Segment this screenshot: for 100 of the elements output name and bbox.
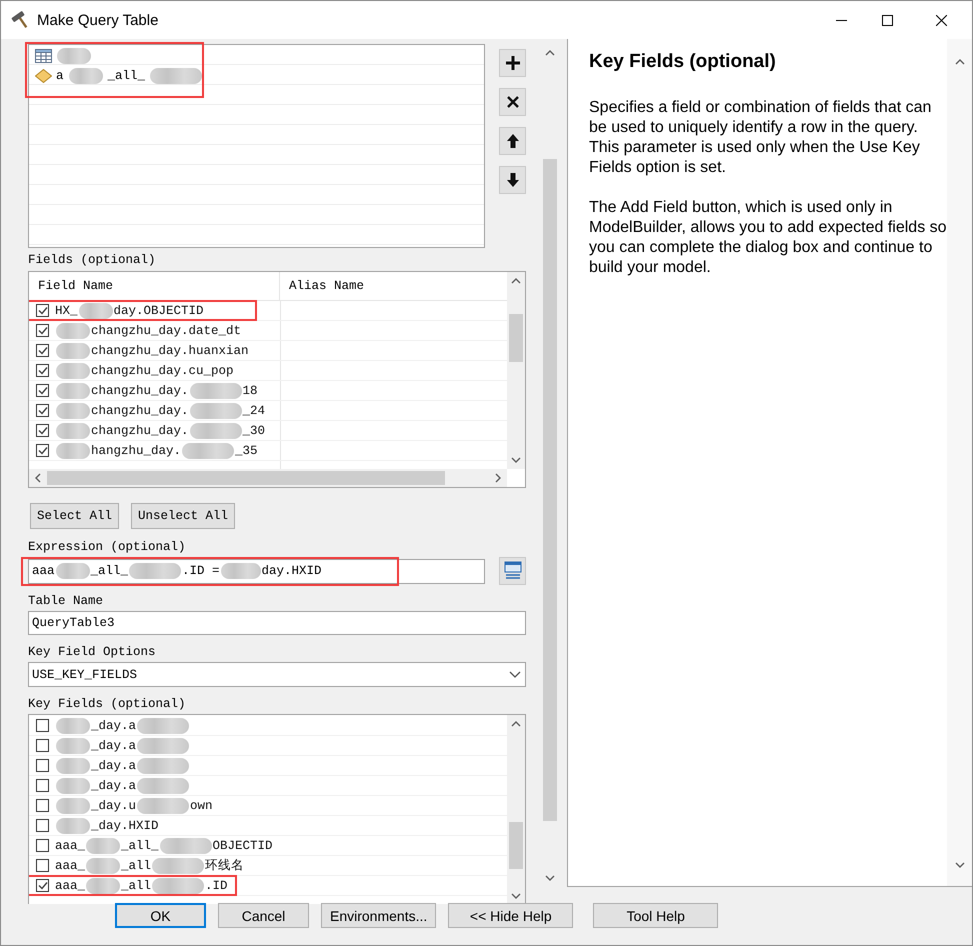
- remove-button[interactable]: [499, 88, 526, 116]
- scrollbar[interactable]: [507, 272, 525, 469]
- column-header[interactable]: Alias Name: [280, 272, 364, 300]
- dialog-button[interactable]: OK: [115, 903, 206, 928]
- close-icon: [936, 14, 946, 26]
- chevron-up-icon: [954, 57, 966, 67]
- field-label: Expression (optional): [28, 540, 187, 555]
- chevron-up-icon: [510, 719, 522, 729]
- name-fragment: 18: [242, 384, 258, 398]
- section-label: Fields (optional): [28, 253, 157, 268]
- checkbox[interactable]: [36, 344, 49, 357]
- blur-patch: [56, 322, 90, 338]
- blur-patch: [56, 758, 90, 774]
- window-title: Make Query Table: [37, 12, 160, 28]
- name-fragment: changzhu_day.date_dt: [91, 324, 242, 338]
- down-button[interactable]: [499, 166, 526, 194]
- scrollbar[interactable]: [507, 715, 525, 904]
- name-fragment: _day.a: [91, 718, 136, 732]
- checkbox[interactable]: [36, 819, 49, 832]
- blur-patch: [56, 362, 90, 378]
- checkbox[interactable]: [36, 839, 49, 852]
- name-fragment: day.OBJECTID: [114, 304, 204, 318]
- checkbox[interactable]: [36, 739, 49, 752]
- select-button[interactable]: Unselect All: [131, 503, 236, 529]
- name-fragment: hangzhu_day.: [91, 444, 182, 458]
- blur-patch: [57, 48, 91, 64]
- key-fields-list[interactable]: _day.a _day.a _day.a _day.a _day.u own _day.HXID aaa_ _all_ OBJECTID aaa_ _all 环线名 aaa_ _all .ID: [28, 714, 526, 904]
- scrollbar[interactable]: [947, 39, 972, 886]
- scrollbar-thumb[interactable]: [509, 822, 523, 868]
- dialog-button[interactable]: Environments...: [321, 903, 436, 928]
- checkbox[interactable]: [36, 779, 49, 792]
- table-name-field[interactable]: QueryTable3: [28, 611, 526, 635]
- name-fragment: 环线名: [205, 858, 244, 874]
- checkbox[interactable]: [36, 759, 49, 772]
- checkbox[interactable]: [36, 444, 49, 457]
- checkbox[interactable]: [36, 799, 49, 812]
- scrollbar-thumb[interactable]: [509, 314, 523, 362]
- chevron-up-icon: [510, 276, 522, 286]
- blur-patch: [129, 563, 182, 579]
- checkbox[interactable]: [36, 404, 49, 417]
- check-icon: [38, 306, 48, 315]
- checkbox[interactable]: [36, 879, 49, 892]
- scrollbar[interactable]: [29, 469, 507, 487]
- name-fragment: HX_: [55, 304, 78, 318]
- blur-patch: [86, 858, 120, 874]
- dialog-button[interactable]: Cancel: [218, 903, 309, 928]
- arrow-up-icon: [504, 133, 520, 149]
- blur-patch: [68, 68, 103, 84]
- fields-table[interactable]: Field Name Alias Name HX_ day.OBJECTID changzhu_day.date_dt changzhu_day.huanxian changzhu_day.cu_pop changzhu_day. 18 changzhu_day. _24 changzhu_day. _30 hangzhu_day. _35: [28, 271, 526, 488]
- blur-patch: [160, 838, 212, 854]
- column-header[interactable]: Field Name: [29, 272, 280, 300]
- dialog-button[interactable]: << Hide Help: [448, 903, 574, 928]
- blur-patch: [56, 798, 90, 814]
- chevron-down-icon: [544, 873, 556, 883]
- name-fragment: .ID: [205, 878, 228, 892]
- chevron-down-icon: [510, 455, 522, 465]
- name-fragment: OBJECTID: [212, 838, 273, 852]
- name-fragment: _day.HXID: [91, 818, 159, 832]
- blur-patch: [137, 778, 190, 794]
- checkbox[interactable]: [36, 719, 49, 732]
- arrow-down-icon: [504, 172, 520, 188]
- select-button[interactable]: Select All: [30, 503, 120, 529]
- name-fragment: .ID =: [182, 564, 220, 578]
- name-fragment: _day.a: [91, 738, 136, 752]
- blur-patch: [190, 422, 242, 438]
- blur-patch: [56, 402, 90, 418]
- blur-patch: [56, 563, 90, 579]
- chevron-down-icon: [510, 891, 522, 901]
- blur-patch: [56, 442, 90, 458]
- add-button[interactable]: [499, 49, 526, 77]
- chevron-up-icon: [544, 48, 556, 58]
- name-fragment: own: [190, 798, 213, 812]
- blur-patch: [137, 718, 190, 734]
- blur-patch: [190, 402, 242, 418]
- checkbox[interactable]: [36, 324, 49, 337]
- dialog-button[interactable]: Tool Help: [593, 903, 718, 928]
- blur-patch: [56, 738, 90, 754]
- checkbox[interactable]: [36, 424, 49, 437]
- name-fragment: _24: [242, 404, 266, 418]
- scrollbar-thumb[interactable]: [543, 158, 557, 821]
- checkbox[interactable]: [36, 384, 49, 397]
- blur-patch: [56, 342, 90, 358]
- close-icon: [504, 94, 520, 110]
- sql-button[interactable]: [499, 557, 526, 585]
- check-icon: [38, 386, 48, 395]
- dropdown-caret-icon: [509, 670, 521, 678]
- name-fragment: aaa_: [55, 858, 86, 872]
- blur-patch: [56, 422, 90, 438]
- checkbox[interactable]: [36, 364, 49, 377]
- checkbox[interactable]: [36, 304, 49, 317]
- checkbox[interactable]: [36, 859, 49, 872]
- key-field-options-dropdown[interactable]: USE_KEY_FIELDS: [28, 662, 526, 687]
- blur-patch: [86, 878, 120, 894]
- up-button[interactable]: [499, 127, 526, 155]
- name-fragment: changzhu_day.: [91, 384, 189, 398]
- check-icon: [38, 326, 48, 335]
- blur-patch: [56, 818, 90, 834]
- table-list[interactable]: a _all_: [28, 44, 485, 248]
- scrollbar-thumb[interactable]: [47, 471, 445, 485]
- name-fragment: _day.a: [91, 778, 136, 792]
